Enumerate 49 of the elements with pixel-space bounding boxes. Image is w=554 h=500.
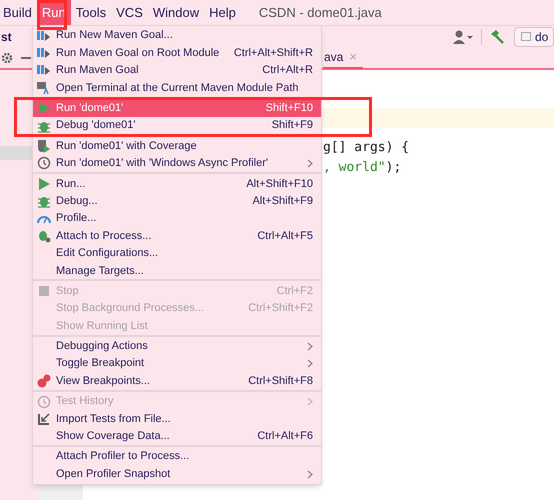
hammer-icon[interactable] xyxy=(490,30,504,44)
terminal-icon xyxy=(37,80,51,95)
chevron-right-icon xyxy=(307,397,313,406)
menu-bar-item[interactable]: Tools xyxy=(70,0,112,25)
menu-item[interactable]: Open Terminal at the Current Maven Module Path xyxy=(33,79,321,97)
code-line: g[] args) { xyxy=(323,139,410,156)
menu-item[interactable]: Run Maven Goal on Root Module Ctrl+Alt+Shift+R xyxy=(33,44,321,62)
maven-run-icon xyxy=(37,46,51,60)
menu-item[interactable]: Toggle Breakpoint xyxy=(33,355,321,372)
menu-item[interactable]: Edit Configurations... xyxy=(33,244,321,262)
chevron-right-icon xyxy=(307,470,313,479)
clock-icon xyxy=(37,394,51,408)
menu-item[interactable]: Run... Alt+Shift+F10 xyxy=(33,175,321,193)
highlight-frame xyxy=(37,0,67,30)
import-icon xyxy=(37,412,51,426)
breadcrumb-item[interactable]: st xyxy=(1,28,12,46)
stop-icon xyxy=(37,284,51,298)
menu-item[interactable]: Attach to Process... Ctrl+Alt+F5 xyxy=(33,227,321,245)
menu-item[interactable]: Import Tests from File... xyxy=(33,410,321,428)
menu-item[interactable]: Debug 'dome01' Shift+F9 xyxy=(33,116,321,134)
menu-item[interactable]: Show Coverage Data... Ctrl+Alt+F6 xyxy=(33,428,321,445)
menu-item[interactable]: Run New Maven Goal... xyxy=(33,27,321,44)
menu-item[interactable]: Attach Profiler to Process... xyxy=(33,448,321,466)
code-line: , world"); xyxy=(323,159,402,176)
chevron-right-icon xyxy=(307,158,313,168)
menu-bar-item[interactable]: Help xyxy=(204,0,241,25)
menu-item[interactable]: Debug... Alt+Shift+F9 xyxy=(33,192,321,210)
breakpoints-icon xyxy=(37,374,51,388)
menu-item[interactable]: Run 'dome01' with Coverage xyxy=(33,137,321,155)
bug-icon xyxy=(37,194,51,208)
menu-item[interactable]: Open Profiler Snapshot xyxy=(33,465,321,483)
shield-run-icon xyxy=(37,139,51,154)
maven-run-icon xyxy=(37,63,51,78)
user-icon[interactable] xyxy=(453,30,473,44)
menu-item[interactable]: Debugging Actions xyxy=(33,338,321,356)
menu-bar-item[interactable]: VCS xyxy=(111,0,148,25)
maven-run-icon xyxy=(37,28,51,43)
clock-icon xyxy=(37,156,51,170)
menu-item[interactable]: Run 'dome01' with 'Windows Async Profiler' xyxy=(33,154,321,172)
menu-bar-item[interactable]: Window xyxy=(148,0,204,25)
menu-item[interactable]: View Breakpoints... Ctrl+Shift+F8 xyxy=(33,372,321,390)
minimize-icon[interactable] xyxy=(21,56,31,58)
menu-item[interactable]: Manage Targets... xyxy=(33,262,321,280)
menu-item[interactable]: Run Maven Goal Ctrl+Alt+R xyxy=(33,62,321,80)
menu-item[interactable]: Profile... xyxy=(33,210,321,228)
menu-bar-item[interactable]: Build xyxy=(0,0,37,25)
settings-icon[interactable] xyxy=(1,52,13,64)
window-title: CSDN - dome01.java xyxy=(258,4,382,22)
run-config-field[interactable]: do xyxy=(514,26,554,46)
